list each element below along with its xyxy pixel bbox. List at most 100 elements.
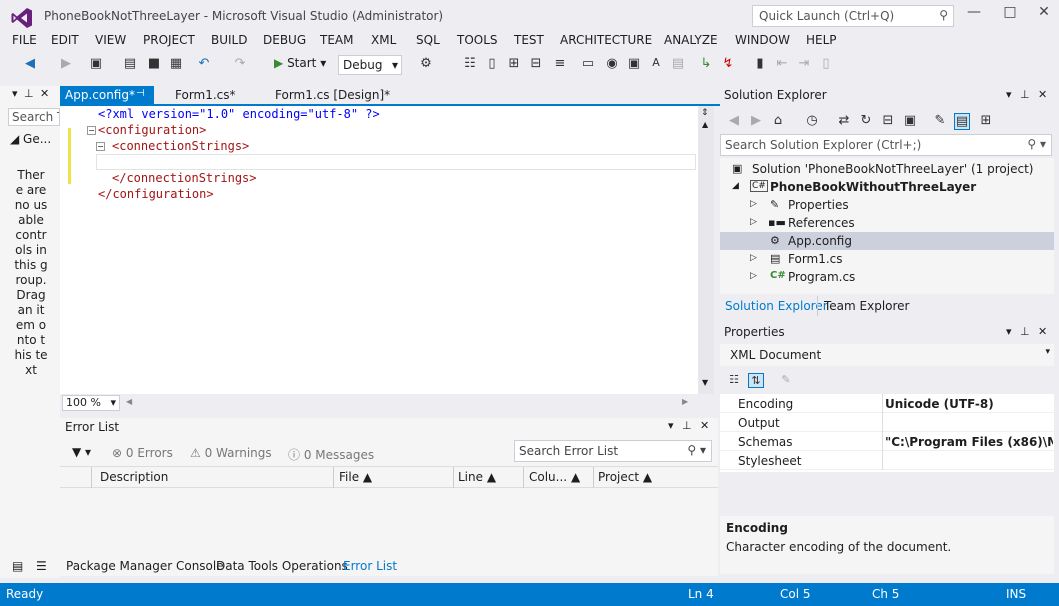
preview-icon[interactable]: ▤ xyxy=(954,113,970,130)
scroll-right-icon[interactable]: ▶ xyxy=(682,397,688,406)
solution-explorer-search-input[interactable]: Search Solution Explorer (Ctrl+;) ⚲ ▾ xyxy=(720,134,1052,156)
tree-node-solution[interactable]: ▣ Solution 'PhoneBookNotThreeLayer' (1 p… xyxy=(720,160,1054,178)
pin-icon[interactable]: ⊥ xyxy=(682,419,692,432)
redo-icon[interactable]: ↷ xyxy=(232,56,248,71)
record-icon[interactable]: ◉ xyxy=(604,56,620,71)
menu-view[interactable]: VIEW xyxy=(95,33,126,47)
pin-icon[interactable]: ⊥ xyxy=(1020,88,1030,101)
collapse-icon[interactable]: − xyxy=(96,142,105,151)
properties-object-select[interactable]: XML Document ▾ xyxy=(720,344,1054,366)
save-icon[interactable]: ■ xyxy=(146,56,162,71)
column-description[interactable]: Description xyxy=(100,470,168,484)
menu-project[interactable]: PROJECT xyxy=(143,33,195,47)
hierarchy-icon[interactable]: ⊞ xyxy=(506,56,522,71)
diagram-icon[interactable]: ⊟ xyxy=(528,56,544,71)
column-project[interactable]: Project ▲ xyxy=(598,470,652,484)
clear-bookmark-icon[interactable]: ▯ xyxy=(818,56,834,71)
tab-solution-explorer[interactable]: Solution Explorer xyxy=(725,299,828,313)
property-pages-icon[interactable]: ✎ xyxy=(778,373,794,386)
class-view-icon[interactable]: ⊞ xyxy=(978,113,994,128)
editor-vertical-scrollbar[interactable]: ⇕ ▲ ▼ xyxy=(698,106,714,394)
tree-node-program[interactable]: ▷ C# Program.cs xyxy=(720,268,1054,286)
home-icon[interactable]: ⌂ xyxy=(770,113,786,128)
collapsed-arrow-icon[interactable]: ▷ xyxy=(750,253,757,263)
tab-app-config[interactable]: App.config* ⊣ xyxy=(60,86,154,105)
indent-icon[interactable]: ≡ xyxy=(552,56,568,71)
maximize-button[interactable]: □ xyxy=(996,4,1024,26)
collapse-all-icon[interactable]: ⊟ xyxy=(880,113,896,128)
add-icon[interactable]: ↳ xyxy=(698,56,714,71)
column-column[interactable]: Colu... ▲ xyxy=(529,470,580,484)
remove-icon[interactable]: ↯ xyxy=(720,56,736,71)
tab-team-explorer[interactable]: Team Explorer xyxy=(824,299,910,313)
close-icon[interactable]: ✕ xyxy=(700,419,709,432)
document-icon[interactable]: ▯ xyxy=(484,56,500,71)
close-icon[interactable]: ✕ xyxy=(1038,88,1047,101)
comment-icon[interactable]: ▤ xyxy=(670,56,686,71)
font-icon[interactable]: A xyxy=(648,56,664,69)
collapse-icon[interactable]: − xyxy=(87,126,96,135)
back-icon[interactable]: ◀ xyxy=(726,113,742,128)
open-file-icon[interactable]: ▤ xyxy=(122,56,138,71)
collapsed-arrow-icon[interactable]: ▷ xyxy=(750,271,757,281)
close-button[interactable]: ✕ xyxy=(1030,4,1058,26)
expanded-arrow-icon[interactable]: ◢ xyxy=(732,181,739,191)
errors-filter-button[interactable]: ⊗ 0 Errors xyxy=(112,446,173,460)
categorized-icon[interactable]: ☷ xyxy=(726,373,742,386)
menu-analyze[interactable]: ANALYZE xyxy=(664,33,718,47)
warnings-filter-button[interactable]: ⚠ 0 Warnings xyxy=(190,446,272,460)
tree-node-app-config[interactable]: ⚙ App.config xyxy=(720,232,1054,250)
start-debugging-button[interactable]: ▶ Start ▾ xyxy=(274,56,326,70)
refresh-icon[interactable]: ↻ xyxy=(858,113,874,128)
dropdown-icon[interactable]: ▾ xyxy=(1006,325,1012,338)
dropdown-icon[interactable]: ▾ xyxy=(668,419,674,432)
tab-package-manager-console[interactable]: Package Manager Console xyxy=(66,559,224,573)
close-icon[interactable]: ✕ xyxy=(1038,325,1047,338)
error-list-search-input[interactable]: Search Error List ⚲ ▾ xyxy=(514,440,712,462)
pin-icon[interactable]: ⊣ xyxy=(136,88,145,99)
property-row-schemas[interactable]: Schemas "C:\Program Files (x86)\Micros xyxy=(720,432,1054,451)
menu-edit[interactable]: EDIT xyxy=(51,33,79,47)
forward-icon[interactable]: ▶ xyxy=(58,56,74,71)
column-file[interactable]: File ▲ xyxy=(339,470,372,484)
pin-icon[interactable]: ⊥ xyxy=(24,87,34,100)
sync-icon[interactable]: ⇄ xyxy=(836,113,852,128)
tab-form1-design[interactable]: Form1.cs [Design]* xyxy=(270,86,395,105)
scroll-up-icon[interactable]: ▲ xyxy=(702,120,708,129)
property-row-stylesheet[interactable]: Stylesheet xyxy=(720,451,1054,470)
show-all-files-icon[interactable]: ▣ xyxy=(902,113,918,128)
toolbox-icon[interactable]: ☰ xyxy=(36,559,47,573)
forward-icon[interactable]: ▶ xyxy=(748,113,764,128)
property-row-output[interactable]: Output xyxy=(720,413,1054,432)
menu-test[interactable]: TEST xyxy=(514,33,544,47)
tree-node-form1[interactable]: ▷ ▤ Form1.cs xyxy=(720,250,1054,268)
properties-icon[interactable]: ✎ xyxy=(932,113,948,128)
dropdown-icon[interactable]: ▾ xyxy=(1006,88,1012,101)
zoom-select[interactable]: 100 % ▾ xyxy=(62,395,120,411)
history-icon[interactable]: ◷ xyxy=(804,113,820,128)
next-bookmark-icon[interactable]: ⇥ xyxy=(796,56,812,71)
tree-node-references[interactable]: ▷ ▪▬ References xyxy=(720,214,1054,232)
collapsed-arrow-icon[interactable]: ▷ xyxy=(750,199,757,209)
property-value[interactable]: "C:\Program Files (x86)\Micros xyxy=(885,435,1053,449)
tab-form1-cs[interactable]: Form1.cs* xyxy=(170,86,241,105)
minimize-button[interactable]: — xyxy=(960,4,988,26)
solution-configuration-select[interactable]: Debug ▾ xyxy=(338,55,402,75)
flag-icon[interactable]: ▮ xyxy=(752,56,768,71)
editor-horizontal-scrollbar[interactable]: ◀ ▶ xyxy=(60,394,714,412)
back-icon[interactable]: ◀ xyxy=(22,56,38,71)
server-explorer-icon[interactable]: ▤ xyxy=(12,559,23,573)
alphabetical-icon[interactable]: ⇅ xyxy=(748,373,764,388)
dropdown-icon[interactable]: ▾ xyxy=(12,87,18,100)
menu-file[interactable]: FILE xyxy=(12,33,37,47)
format-icon[interactable]: ☷ xyxy=(462,56,478,71)
menu-xml[interactable]: XML xyxy=(371,33,396,47)
toolbox-group-general[interactable]: ◢ Ge... xyxy=(10,132,51,146)
property-value[interactable]: Unicode (UTF-8) xyxy=(885,397,1053,411)
tree-node-properties[interactable]: ▷ ✎ Properties xyxy=(720,196,1054,214)
split-icon[interactable]: ⇕ xyxy=(701,108,709,118)
menu-sql[interactable]: SQL xyxy=(416,33,440,47)
pin-icon[interactable]: ⊥ xyxy=(1020,325,1030,338)
property-row-encoding[interactable]: Encoding Unicode (UTF-8) xyxy=(720,394,1054,413)
attach-icon[interactable]: ⚙ xyxy=(418,56,434,71)
